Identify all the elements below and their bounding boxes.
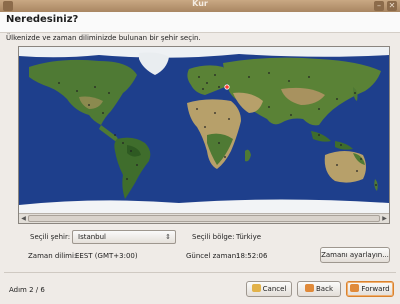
back-button[interactable]: Back (297, 281, 341, 297)
timezone-label: Zaman dilimi: (28, 252, 77, 260)
world-map[interactable]: ◀ ▶ (18, 46, 390, 224)
cancel-button[interactable]: Cancel (246, 281, 292, 297)
window-title: Kur (192, 0, 208, 8)
world-map-icon[interactable] (19, 47, 389, 214)
city-select[interactable]: Istanbul ⇕ (72, 230, 176, 244)
selected-city-marker[interactable] (224, 84, 230, 90)
city-select-value: Istanbul (78, 233, 107, 241)
combo-arrows-icon: ⇕ (165, 233, 171, 241)
forward-label: Forward (361, 285, 390, 293)
region-label: Seçili bölge: (192, 233, 235, 241)
scrollbar-thumb[interactable] (28, 215, 380, 222)
back-label: Back (316, 285, 333, 293)
region-value: Türkiye (236, 233, 262, 241)
close-icon[interactable]: ✕ (387, 1, 397, 11)
title-bar: Kur – ✕ (0, 0, 400, 12)
back-arrow-icon (305, 284, 314, 292)
forward-button[interactable]: Forward (346, 281, 394, 297)
scroll-left-icon[interactable]: ◀ (19, 214, 28, 223)
cancel-label: Cancel (262, 285, 287, 293)
minimize-icon[interactable]: – (374, 1, 384, 11)
divider (4, 272, 396, 273)
scroll-right-icon[interactable]: ▶ (380, 214, 389, 223)
cancel-icon (251, 284, 261, 292)
page-title: Neredesiniz? (6, 14, 79, 25)
city-label: Seçili şehir: (30, 233, 71, 241)
map-horizontal-scrollbar[interactable]: ◀ ▶ (19, 213, 389, 223)
instruction-text: Ülkenizde ve zaman diliminizde bulunan b… (6, 34, 201, 42)
forward-arrow-icon (350, 284, 360, 292)
timezone-value: EEST (GMT+3:00) (75, 252, 138, 260)
installer-window: Kur – ✕ Neredesiniz? Ülkenizde ve zaman … (0, 0, 400, 304)
current-time-label: Güncel zaman: (186, 252, 239, 260)
current-time-value: 18:52:06 (236, 252, 268, 260)
step-indicator: Adım 2 / 6 (9, 286, 45, 294)
set-time-button[interactable]: Zamanı ayarlayın... (320, 247, 390, 263)
